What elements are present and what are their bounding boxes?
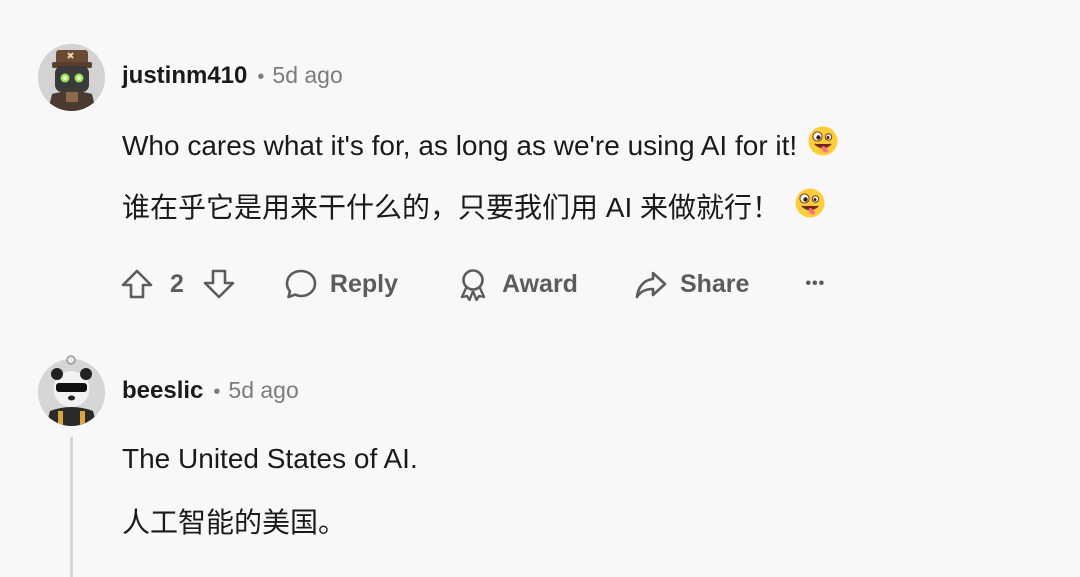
username[interactable]: beeslic (122, 377, 203, 405)
comment-text: 人工智能的美国。 (122, 507, 347, 538)
comment-body-line: The United States of AI. (122, 443, 418, 475)
separator-dot: • (213, 381, 221, 403)
share-arrow-icon (635, 271, 667, 299)
award-ribbon-icon (460, 269, 486, 301)
reply-label: Reply (329, 269, 398, 298)
comment-body-line: 人工智能的美国。 (122, 501, 346, 541)
avatar-accessory-icon (66, 355, 76, 365)
downvote-button[interactable] (202, 267, 236, 301)
vote-count: 2 (170, 269, 184, 298)
more-dots-icon: ••• (805, 275, 826, 292)
zany-face-icon (807, 125, 839, 164)
separator-dot: • (257, 66, 265, 88)
upvote-arrow-icon (121, 269, 153, 299)
comment-body-line: 谁在乎它是用来干什么的，只要我们用 AI 来做就行！ (122, 186, 826, 229)
comment-header: beeslic • 5d ago (122, 377, 299, 405)
upvote-button[interactable] (120, 267, 154, 301)
timestamp[interactable]: 5d ago (272, 62, 342, 89)
avatar[interactable] (38, 44, 105, 111)
comment-text: The United States of AI. (122, 443, 418, 474)
comment-body-line: Who cares what it's for, as long as we'r… (122, 125, 839, 167)
more-options-button[interactable]: ••• (805, 275, 825, 293)
comment-text: 谁在乎它是用来干什么的，只要我们用 AI 来做就行！ (122, 192, 781, 223)
reply-button[interactable]: Reply (284, 267, 398, 301)
comment-actions: 2 Reply Award Share ••• (120, 264, 825, 304)
comment-header: justinm410 • 5d ago (122, 62, 343, 90)
comment-text: Who cares what it's for, as long as we'r… (122, 129, 798, 161)
panda-avatar-icon (38, 359, 105, 426)
share-label: Share (679, 269, 750, 298)
speech-bubble-icon (285, 269, 317, 299)
award-button[interactable]: Award (456, 267, 578, 301)
downvote-arrow-icon (203, 269, 235, 299)
timestamp[interactable]: 5d ago (228, 377, 298, 404)
share-button[interactable]: Share (634, 267, 749, 301)
avatar[interactable] (38, 359, 105, 426)
robot-avatar-icon (38, 44, 105, 111)
username[interactable]: justinm410 (122, 62, 247, 90)
thread-line[interactable] (70, 437, 73, 577)
award-label: Award (502, 269, 578, 298)
zany-face-icon (794, 187, 826, 226)
